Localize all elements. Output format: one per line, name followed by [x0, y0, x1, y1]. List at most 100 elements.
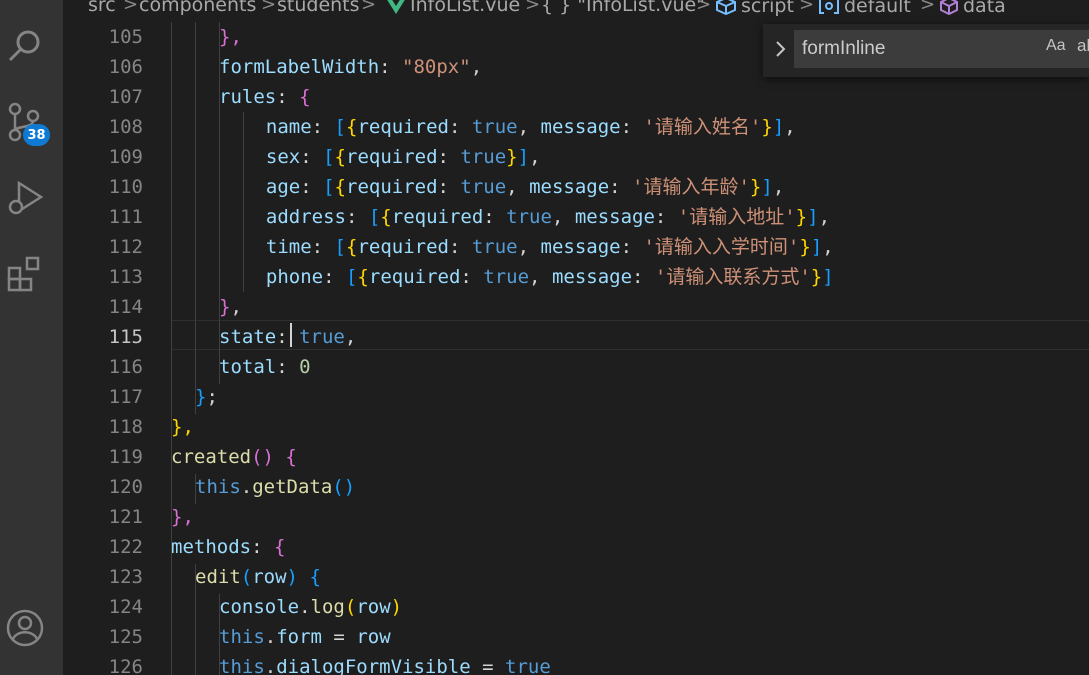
code-line[interactable]: 119 created() {: [63, 442, 1089, 472]
code-token: {: [285, 446, 297, 468]
chevron-right-icon: >: [920, 0, 936, 15]
code-line[interactable]: 108 name: [{required: true, message: '请输…: [63, 112, 1089, 142]
breadcrumb-default[interactable]: default: [818, 0, 911, 15]
code-text: total: 0: [219, 352, 311, 382]
code-token: required: [346, 146, 438, 168]
cube-icon: [716, 0, 736, 15]
code-token: ]: [772, 116, 785, 138]
code-line[interactable]: 123 edit(row) {: [63, 562, 1089, 592]
code-token: ,: [517, 236, 541, 258]
code-token: ,: [818, 206, 831, 228]
code-token: :: [632, 266, 655, 288]
code-text: },: [171, 412, 194, 442]
code-token: true: [471, 116, 518, 138]
code-token: ,: [551, 206, 575, 228]
code-token: :: [620, 116, 644, 138]
code-line[interactable]: 118},: [63, 412, 1089, 442]
code-token: ]: [822, 266, 834, 288]
search-icon[interactable]: [5, 26, 45, 66]
code-token: ): [286, 566, 298, 588]
code-line[interactable]: 112 time: [{required: true, message: '请输…: [63, 232, 1089, 262]
find-input[interactable]: formInline: [794, 30, 1089, 68]
code-line[interactable]: 124 console.log(row): [63, 592, 1089, 622]
code-editor[interactable]: 105}, 106 formLabelWidth: "80px", 107 rules:…: [63, 22, 1089, 675]
code-token: }: [195, 386, 207, 408]
code-line[interactable]: 116 total: 0: [63, 352, 1089, 382]
line-number: 105: [108, 26, 143, 48]
find-widget: formInline Aa ab: [763, 24, 1089, 77]
line-number: 116: [108, 356, 143, 378]
match-whole-word-toggle[interactable]: ab: [1077, 36, 1089, 56]
line-number: 114: [108, 296, 143, 318]
code-token: getData: [252, 476, 333, 498]
code-token: message: [540, 236, 621, 258]
code-token: '请输入姓名': [643, 116, 762, 138]
code-token: log: [310, 596, 345, 618]
code-line[interactable]: 125 this.form = row: [63, 622, 1089, 652]
code-token: :: [300, 176, 324, 198]
match-case-toggle[interactable]: Aa: [1046, 37, 1066, 55]
line-number: 122: [108, 536, 143, 558]
code-token: },: [219, 26, 242, 48]
code-line[interactable]: 110 age: [{required: true, message: '请输入…: [63, 172, 1089, 202]
breadcrumb-file-label: InfoList.vue: [410, 0, 521, 16]
code-token: ,: [517, 116, 541, 138]
code-text: },: [219, 292, 242, 322]
code-line[interactable]: 107 rules: {: [63, 82, 1089, 112]
chevron-right-icon: >: [261, 0, 277, 15]
code-token: true: [505, 656, 551, 675]
line-number: 119: [108, 446, 143, 468]
code-token: :: [276, 356, 300, 378]
code-token: =: [321, 626, 357, 648]
code-token: :: [448, 116, 472, 138]
breadcrumb-item[interactable]: { } "InfoList.vue": [541, 0, 705, 15]
code-token: required: [357, 236, 449, 258]
code-line[interactable]: 111 address: [{required: true, message: …: [63, 202, 1089, 232]
code-line[interactable]: 121},: [63, 502, 1089, 532]
code-token: true: [506, 206, 552, 228]
code-text: edit(row) {: [195, 562, 321, 592]
code-token: :: [609, 176, 633, 198]
code-line[interactable]: 115 state: true,: [63, 322, 1089, 352]
code-token: .: [240, 476, 253, 498]
breadcrumb-data[interactable]: data: [939, 0, 1006, 15]
code-token: [: [334, 116, 346, 138]
code-text: name: [{required: true, message: '请输入姓名'…: [243, 112, 796, 142]
code-line[interactable]: 117};: [63, 382, 1089, 412]
code-token: ;: [206, 386, 218, 408]
code-token: row: [252, 566, 287, 588]
breadcrumb-file[interactable]: InfoList.vue: [386, 0, 521, 16]
breadcrumb-item[interactable]: src: [88, 0, 116, 15]
code-line[interactable]: 113 phone: [{required: true, message: '请…: [63, 262, 1089, 292]
code-token: {: [345, 236, 358, 258]
line-number: 124: [108, 596, 143, 618]
code-line[interactable]: 109 sex: [{required: true}],: [63, 142, 1089, 172]
account-icon[interactable]: [5, 608, 45, 648]
line-number: 106: [108, 56, 143, 78]
code-text: this.form = row: [219, 622, 391, 652]
run-debug-icon[interactable]: [5, 178, 45, 218]
code-line[interactable]: 114},: [63, 292, 1089, 322]
code-token: ]: [810, 236, 823, 258]
code-text: formLabelWidth: "80px",: [219, 52, 482, 82]
breadcrumb-item[interactable]: students: [277, 0, 360, 15]
code-token: :: [311, 116, 335, 138]
code-token: (): [251, 446, 274, 468]
code-line[interactable]: 122 methods: {: [63, 532, 1089, 562]
code-token: .: [264, 656, 277, 675]
code-token: [: [323, 146, 335, 168]
code-token: true: [471, 236, 518, 258]
code-text: created() {: [171, 442, 297, 472]
code-token: required: [357, 116, 449, 138]
code-token: message: [540, 116, 621, 138]
breadcrumb-item[interactable]: components: [139, 0, 256, 15]
code-line[interactable]: 120 this.getData(): [63, 472, 1089, 502]
code-token: {: [273, 536, 286, 558]
code-line[interactable]: 126 this.dialogFormVisible = true: [63, 652, 1089, 675]
line-number: 121: [108, 506, 143, 528]
code-token: phone: [243, 266, 324, 288]
code-token: required: [368, 266, 461, 288]
breadcrumb-script[interactable]: script: [715, 0, 794, 15]
chevron-right-icon[interactable]: [771, 37, 791, 61]
extensions-icon[interactable]: [5, 254, 45, 294]
